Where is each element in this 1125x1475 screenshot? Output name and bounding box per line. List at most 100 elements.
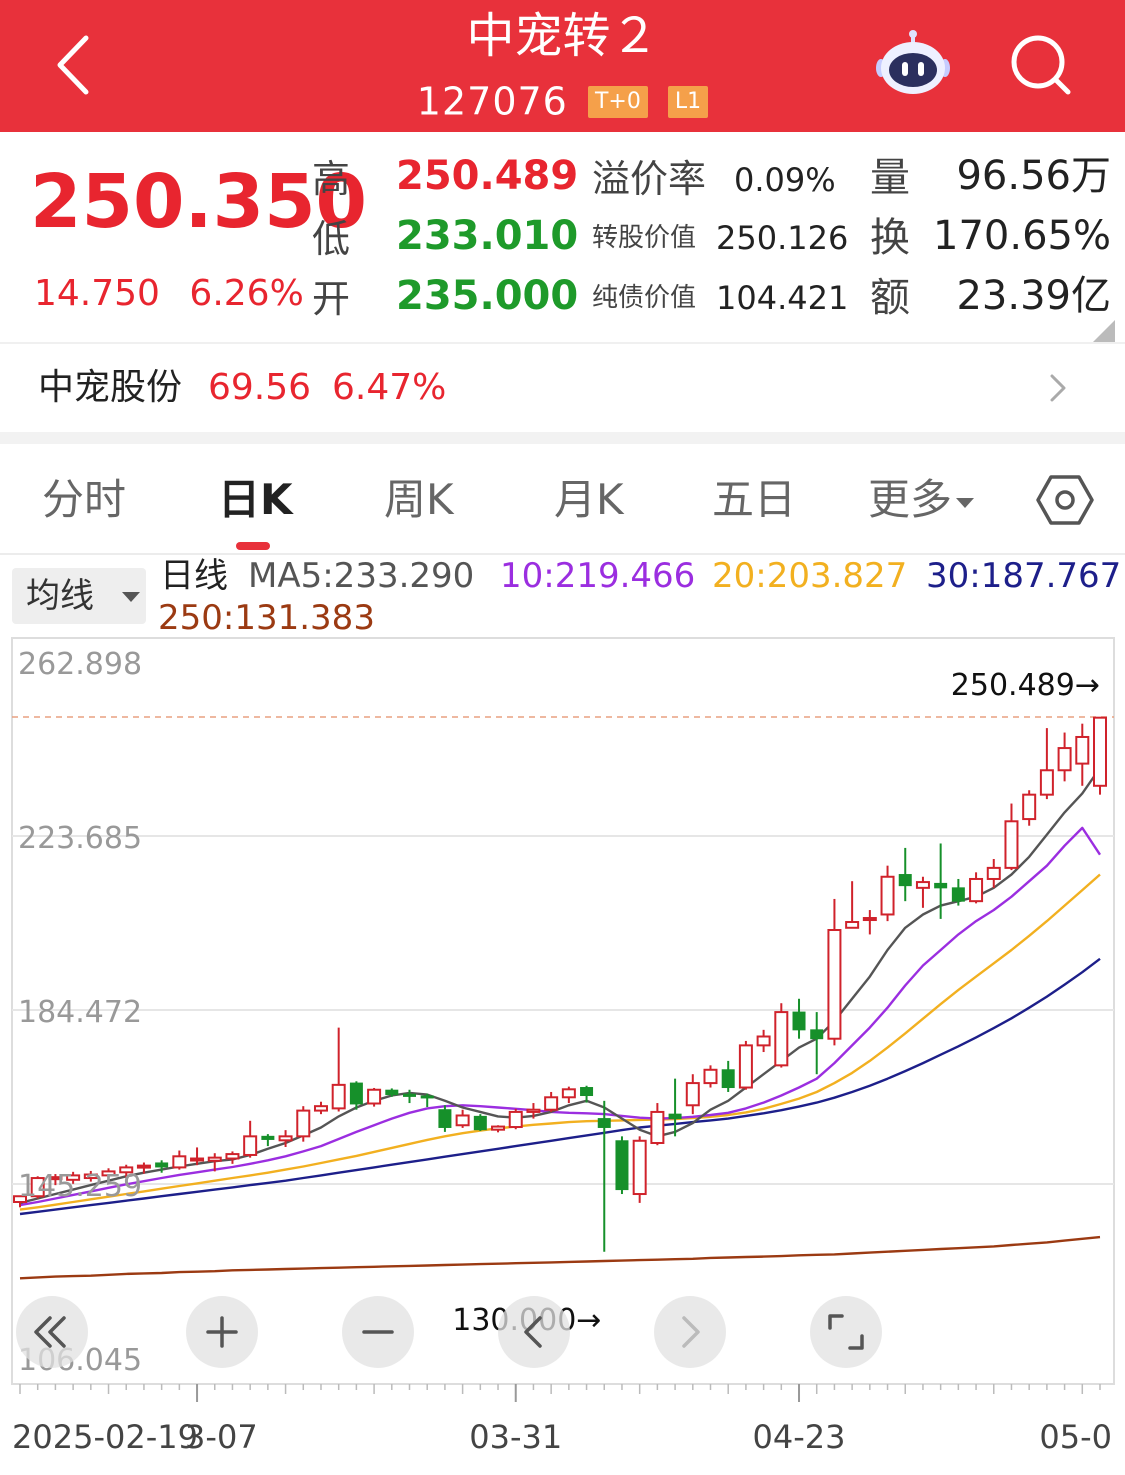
zoom-in-button[interactable] <box>186 1296 258 1368</box>
x-axis-label: 03-31 <box>469 1418 562 1456</box>
section-gap <box>0 432 1125 444</box>
premium-label: 溢价率 <box>592 157 707 201</box>
stock-price: 69.56 <box>208 367 312 408</box>
tab-more-label: 更多 <box>868 475 953 524</box>
fullscreen-icon <box>828 1314 864 1350</box>
tab-more[interactable]: 更多 <box>868 474 975 526</box>
low-label: 低 <box>312 217 351 261</box>
minus-icon <box>362 1330 394 1334</box>
ma250-line <box>19 1235 1101 1280</box>
candle-body-up <box>738 1044 753 1089</box>
candle-body-up <box>827 929 842 1040</box>
candle-body-up <box>774 1011 789 1067</box>
candle-body-up <box>1057 747 1072 772</box>
y-tick-label: 145.259 <box>18 1169 142 1204</box>
candle-body-up <box>1075 735 1090 765</box>
tab-monthly-k[interactable]: 月K <box>554 474 624 526</box>
candle-body-down <box>438 1109 452 1128</box>
amount-label: 额 <box>870 275 910 321</box>
candle-body-down <box>580 1087 594 1097</box>
candle-body-up <box>207 1156 222 1162</box>
candle-body-down <box>951 887 965 902</box>
candle-body-up <box>685 1082 700 1107</box>
candle-body-up <box>544 1096 559 1111</box>
dropdown-arrow-icon <box>122 592 140 602</box>
candle-body-up <box>296 1109 311 1138</box>
open-label: 开 <box>312 277 351 321</box>
bond-value: 104.421 <box>716 279 849 317</box>
ma5-value: MA5:233.290 <box>248 556 475 596</box>
volume-label: 量 <box>870 155 910 201</box>
candle-body-up <box>313 1105 328 1112</box>
tab-five-day[interactable]: 五日 <box>712 474 796 526</box>
settings-hexagon-icon[interactable] <box>1036 474 1094 526</box>
candle-body-up <box>172 1155 187 1169</box>
chevron-right-icon <box>682 1316 700 1348</box>
t0-badge: T+0 <box>587 85 648 118</box>
underlying-stock-row[interactable]: 中宠股份 69.56 6.47% <box>0 344 1125 432</box>
bond-code-row: 127076 T+0 L1 <box>0 76 1125 125</box>
bond-value-label: 纯债价值 <box>592 283 697 313</box>
previous-button[interactable] <box>498 1296 570 1368</box>
candle-body-down <box>615 1140 629 1191</box>
candle-body-down <box>420 1095 434 1099</box>
candle-body-up <box>1093 716 1107 787</box>
candle-body-up <box>915 881 930 889</box>
x-axis-label: 05-0 <box>1039 1418 1112 1456</box>
dropdown-arrow-icon <box>956 497 975 508</box>
y-tick-label: 184.472 <box>18 995 142 1030</box>
chevron-left-icon <box>524 1316 542 1348</box>
scroll-left-button[interactable] <box>16 1296 88 1368</box>
expand-corner-icon[interactable] <box>1093 320 1115 342</box>
candle-body-up <box>845 921 860 929</box>
x-axis-label: 3-07 <box>185 1418 258 1456</box>
candle-body-down <box>934 882 948 889</box>
candle-body-down <box>898 874 912 887</box>
change-amount: 14.750 <box>34 273 160 314</box>
amount-value: 23.39亿 <box>956 273 1111 319</box>
candle-body-up <box>243 1135 258 1156</box>
tab-intraday[interactable]: 分时 <box>42 474 126 526</box>
ma-selector-button[interactable]: 均线 <box>12 568 146 624</box>
candle-body-up <box>632 1139 647 1196</box>
candle-body-up <box>526 1108 541 1113</box>
candle-body-up <box>969 877 984 903</box>
candle-body-up <box>491 1125 506 1131</box>
volume-value: 96.56万 <box>956 153 1111 199</box>
candle-body-up <box>561 1088 576 1099</box>
candle-body-up <box>986 866 1001 880</box>
next-button[interactable] <box>654 1296 726 1368</box>
fullscreen-button[interactable] <box>810 1296 882 1368</box>
tab-weekly-k[interactable]: 周K <box>384 474 454 526</box>
candle-body-up <box>1004 820 1019 869</box>
low-value: 233.010 <box>396 213 579 259</box>
tab-daily-k[interactable]: 日K <box>218 474 293 526</box>
premium-value: 0.09% <box>734 161 836 199</box>
level1-badge: L1 <box>667 85 709 118</box>
plus-icon <box>206 1316 238 1348</box>
robot-assistant-icon[interactable] <box>875 28 951 98</box>
candle-body-up <box>862 917 877 922</box>
stock-name: 中宠股份 <box>38 367 183 408</box>
change-percent: 6.26% <box>189 273 304 314</box>
quote-panel: 250.350 14.750 6.26% 高 250.489 低 233.010… <box>0 132 1125 342</box>
candle-body-up <box>136 1164 151 1169</box>
candle-body-down <box>385 1089 399 1096</box>
ma5-line <box>19 767 1101 1205</box>
candle-body-down <box>668 1113 682 1120</box>
candle-body-down <box>597 1118 611 1128</box>
candle-body-down <box>792 1011 806 1031</box>
candle-body-down <box>810 1029 824 1040</box>
candle-body-up <box>190 1157 205 1162</box>
kline-chart[interactable]: 262.898 223.685 184.472 145.259 106.045 250.4… <box>0 630 1125 1475</box>
double-chevron-left-icon <box>34 1316 66 1348</box>
chart-period-tabs: 分时 日K 周K 月K 五日 更多 <box>0 444 1125 554</box>
zoom-out-button[interactable] <box>342 1296 414 1368</box>
divider <box>0 553 1125 555</box>
conversion-value-label: 转股价值 <box>592 223 697 253</box>
candle-body-down <box>349 1082 363 1105</box>
stock-change-percent: 6.47% <box>332 367 447 408</box>
search-icon[interactable] <box>1008 32 1074 98</box>
top-bar: 中宠转２ 127076 T+0 L1 <box>0 0 1125 132</box>
candle-body-up <box>455 1114 470 1127</box>
